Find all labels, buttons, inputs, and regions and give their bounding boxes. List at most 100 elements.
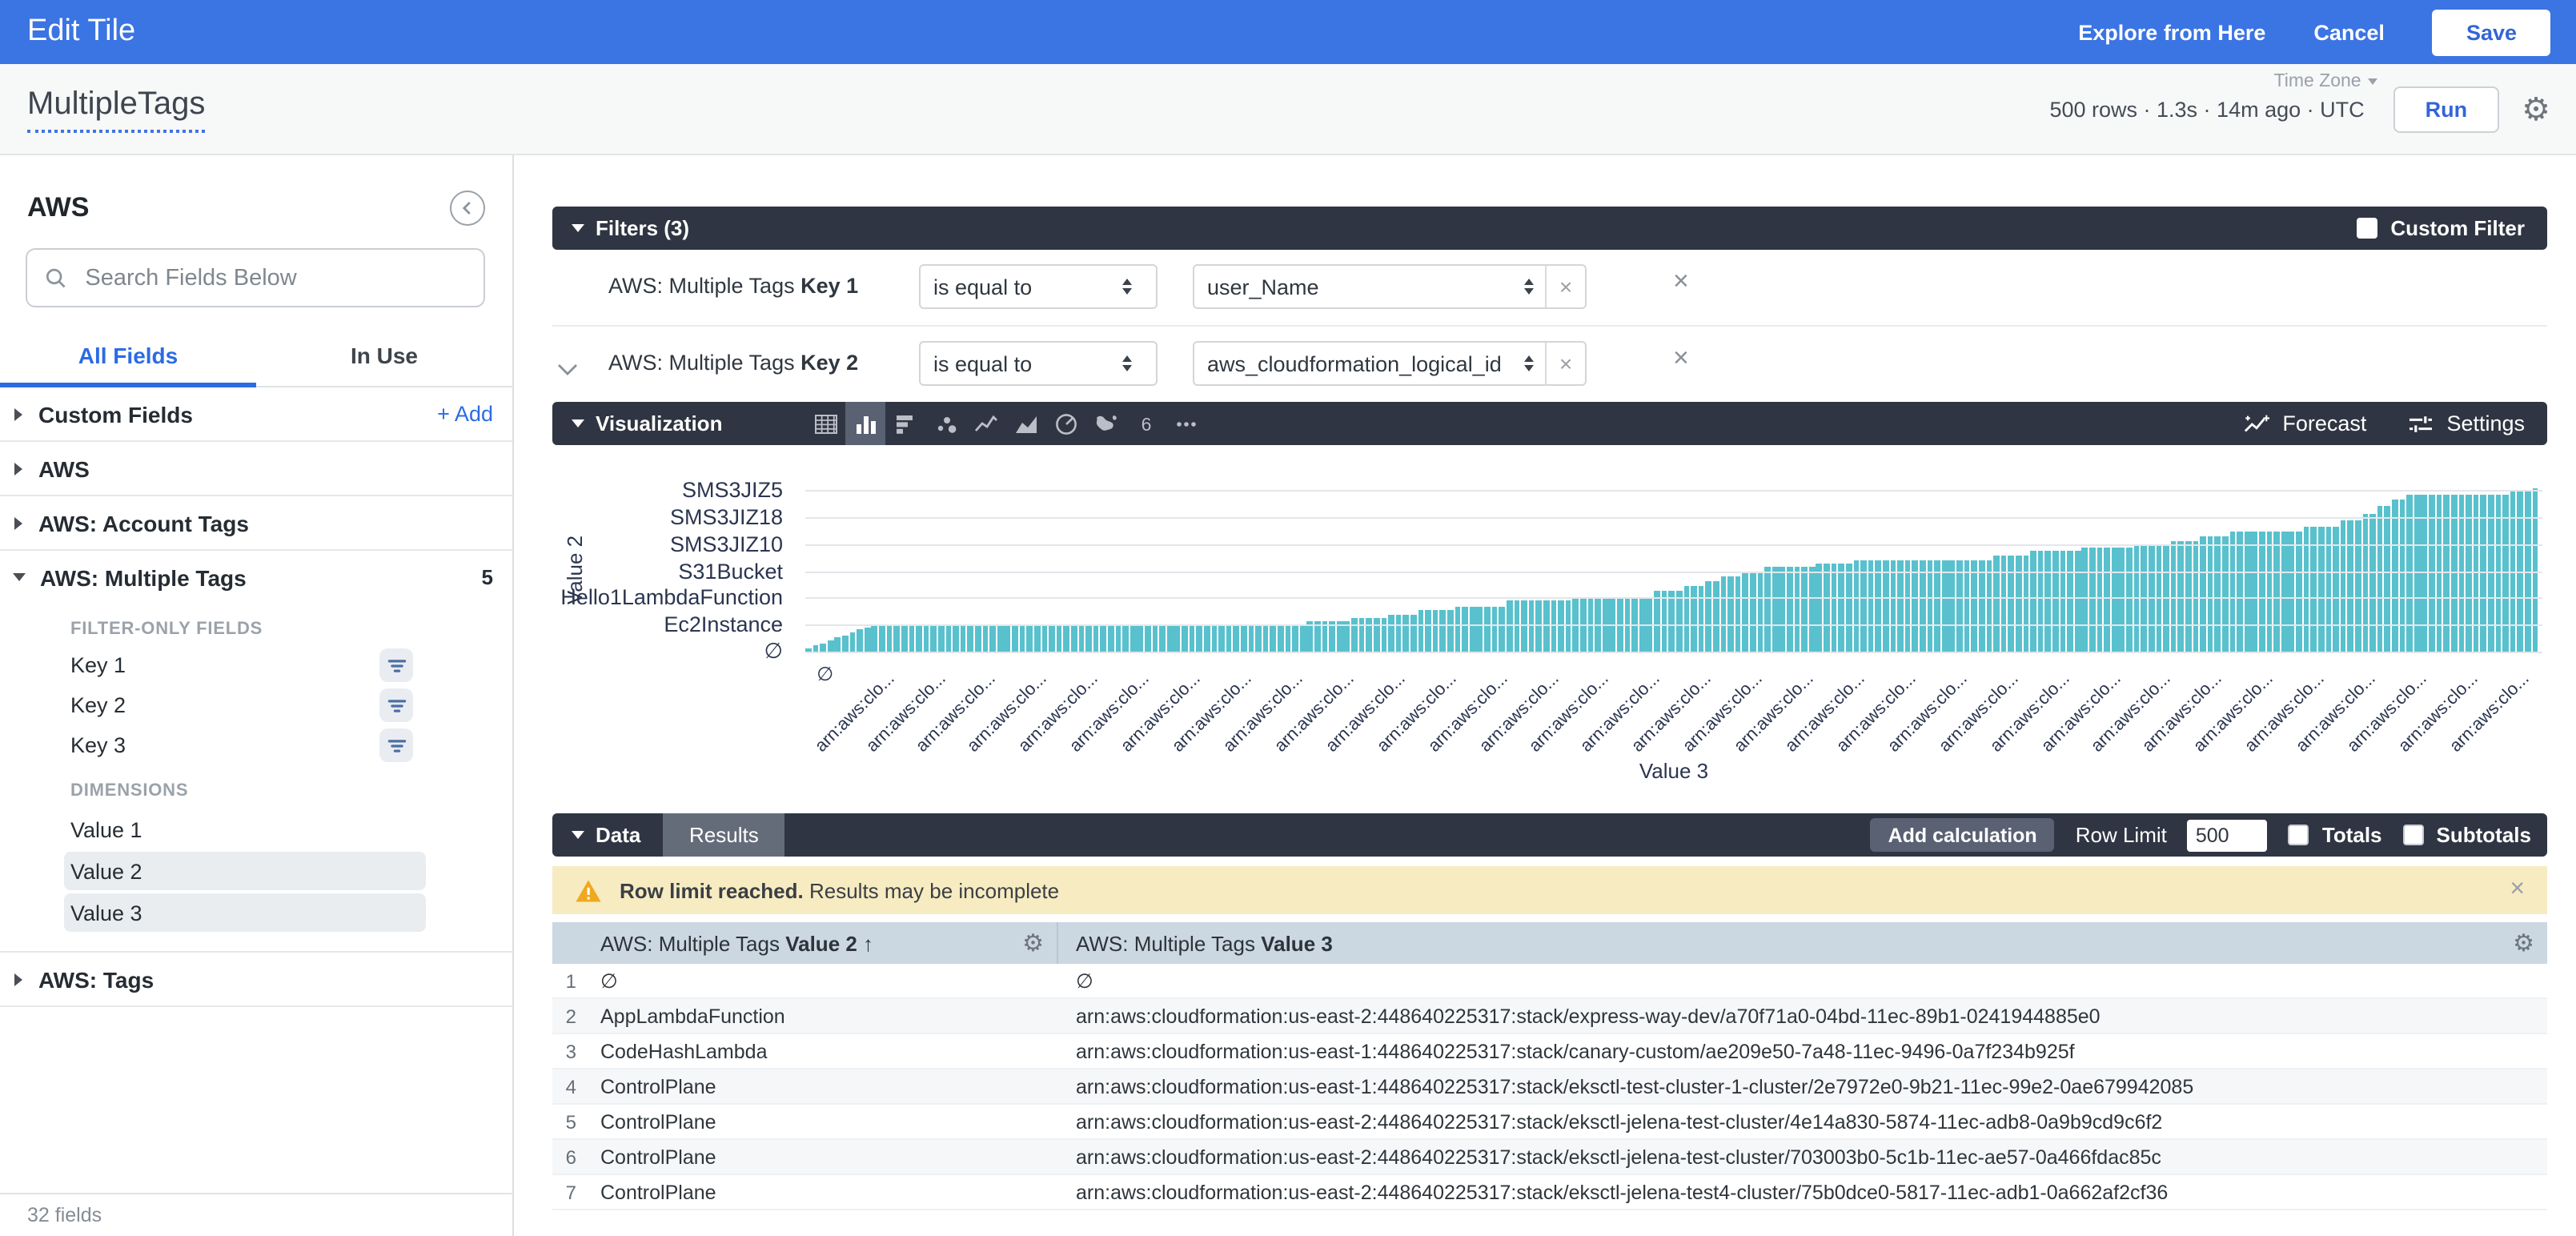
chart-bar[interactable]	[2185, 540, 2191, 652]
chart-bar[interactable]	[1145, 624, 1150, 652]
chart-bar[interactable]	[997, 624, 1003, 652]
chart-bar[interactable]	[2126, 548, 2132, 652]
tags-section-header[interactable]: AWS: Tags	[0, 953, 512, 1005]
chart-bar[interactable]	[1071, 624, 1077, 652]
chart-bar[interactable]	[1934, 560, 1940, 652]
chart-bar[interactable]	[2008, 556, 2014, 652]
chart-bar[interactable]	[2392, 500, 2397, 652]
column-gear-icon[interactable]: ⚙	[2513, 929, 2534, 957]
chart-bar[interactable]	[1846, 564, 1852, 652]
table-row[interactable]: 5ControlPlanearn:aws:cloudformation:us-e…	[552, 1105, 2547, 1140]
chart-bar[interactable]	[1027, 624, 1033, 652]
chart-bar[interactable]	[1868, 560, 1874, 652]
chart-bar[interactable]	[2075, 552, 2080, 652]
chart-bar[interactable]	[1234, 624, 1239, 652]
chart-bar[interactable]	[1780, 568, 1785, 652]
chart-bar[interactable]	[1300, 624, 1306, 652]
aws-section-header[interactable]: AWS	[0, 442, 512, 495]
chart-bar[interactable]	[2303, 527, 2309, 652]
chart-bar[interactable]	[1713, 581, 1719, 652]
chart-bar[interactable]	[1108, 624, 1113, 652]
filter-field-button[interactable]	[379, 688, 413, 722]
chart-bar[interactable]	[2023, 556, 2028, 652]
chart-bar[interactable]	[1358, 618, 1364, 652]
field-value-1[interactable]: Value 1	[0, 810, 512, 849]
filter-value-combo[interactable]: user_Name ×	[1193, 264, 1587, 309]
viz-type-pie-icon[interactable]	[1045, 402, 1085, 445]
chart-bar[interactable]	[2112, 548, 2117, 652]
chart-bar[interactable]	[2281, 532, 2287, 652]
chart-bar[interactable]	[828, 640, 833, 652]
save-button[interactable]: Save	[2433, 9, 2550, 55]
chart-bar[interactable]	[1410, 615, 1416, 652]
viz-type-single-value-icon[interactable]: 6	[1125, 402, 1166, 445]
chart-bar[interactable]	[2311, 527, 2317, 652]
subtotals-toggle[interactable]: Subtotals	[2403, 823, 2531, 847]
chart-bar[interactable]	[2030, 552, 2036, 652]
chart-bar[interactable]	[1248, 624, 1254, 652]
chart-bar[interactable]	[1425, 611, 1430, 652]
chart-bar[interactable]	[2060, 552, 2065, 652]
chart-bar[interactable]	[1374, 618, 1379, 652]
chart-bar[interactable]	[1491, 607, 1497, 652]
chart-bar[interactable]	[2385, 506, 2390, 652]
chart-bar[interactable]	[1101, 624, 1106, 652]
chart-bar[interactable]	[886, 624, 892, 652]
chart-bar[interactable]	[1470, 607, 1475, 652]
chart-bar[interactable]	[1727, 576, 1733, 652]
chart-bar[interactable]	[1743, 571, 1748, 652]
viz-type-area-icon[interactable]	[1005, 402, 1045, 445]
viz-settings-button[interactable]: Settings	[2408, 411, 2525, 435]
chart-bar[interactable]	[1049, 624, 1054, 652]
chart-bar[interactable]	[2362, 514, 2368, 652]
subtotals-checkbox[interactable]	[2403, 825, 2424, 845]
chart-bar[interactable]	[1255, 624, 1261, 652]
chart-bar[interactable]	[2222, 536, 2228, 652]
chart-bar[interactable]	[945, 624, 951, 652]
chart-bar[interactable]	[1735, 576, 1741, 652]
chart-bar[interactable]	[1226, 624, 1231, 652]
chart-bar[interactable]	[2237, 532, 2242, 652]
chart-bar[interactable]	[1064, 624, 1069, 652]
gear-icon[interactable]: ⚙	[2522, 90, 2550, 128]
custom-filter-toggle[interactable]: Custom Filter	[2357, 216, 2525, 240]
chart-bar[interactable]	[835, 638, 841, 652]
chart-bar[interactable]	[2089, 548, 2095, 652]
cancel-button[interactable]: Cancel	[2313, 20, 2385, 44]
chart-bar[interactable]	[1654, 591, 1659, 652]
filters-section-toggle[interactable]: Filters (3)	[552, 216, 689, 240]
chart-bar[interactable]	[2016, 556, 2021, 652]
table-row[interactable]: 3CodeHashLambdaarn:aws:cloudformation:us…	[552, 1034, 2547, 1069]
chart-bar[interactable]	[1041, 624, 1047, 652]
chart-bar[interactable]	[1085, 624, 1091, 652]
chart-bar[interactable]	[1669, 591, 1675, 652]
chart-bar[interactable]	[857, 629, 863, 652]
chart-bar[interactable]	[1853, 560, 1859, 652]
chart-bar[interactable]	[820, 643, 825, 652]
chart-bar[interactable]	[968, 624, 973, 652]
field-value-2-selected[interactable]: Value 2	[64, 852, 426, 890]
viz-type-map-icon[interactable]	[1085, 402, 1125, 445]
query-title[interactable]: MultipleTags	[27, 86, 205, 132]
add-custom-field-button[interactable]: + Add	[437, 402, 493, 426]
chart-bar[interactable]	[1876, 560, 1881, 652]
chart-bar[interactable]	[2193, 540, 2198, 652]
chart-bar[interactable]	[1189, 624, 1194, 652]
chart-bar[interactable]	[2259, 532, 2265, 652]
chart-bar[interactable]	[1698, 586, 1703, 652]
chart-bar[interactable]	[1860, 560, 1866, 652]
filter-field-button[interactable]	[379, 648, 413, 682]
chart-bar[interactable]	[2289, 532, 2294, 652]
row-limit-input[interactable]	[2188, 819, 2268, 851]
viz-type-column-icon-selected[interactable]	[845, 402, 885, 445]
chart-bar[interactable]	[1292, 624, 1298, 652]
chart-bar[interactable]	[1056, 624, 1061, 652]
chart-bar[interactable]	[961, 624, 966, 652]
chart-bar[interactable]	[2045, 552, 2051, 652]
chart-bar[interactable]	[1883, 560, 1888, 652]
chart-bar[interactable]	[1802, 568, 1808, 652]
chart-bar[interactable]	[1661, 591, 1667, 652]
chart-bar[interactable]	[1182, 624, 1187, 652]
field-key-1[interactable]: Key 1	[0, 645, 512, 685]
chart-bar[interactable]	[1270, 624, 1276, 652]
